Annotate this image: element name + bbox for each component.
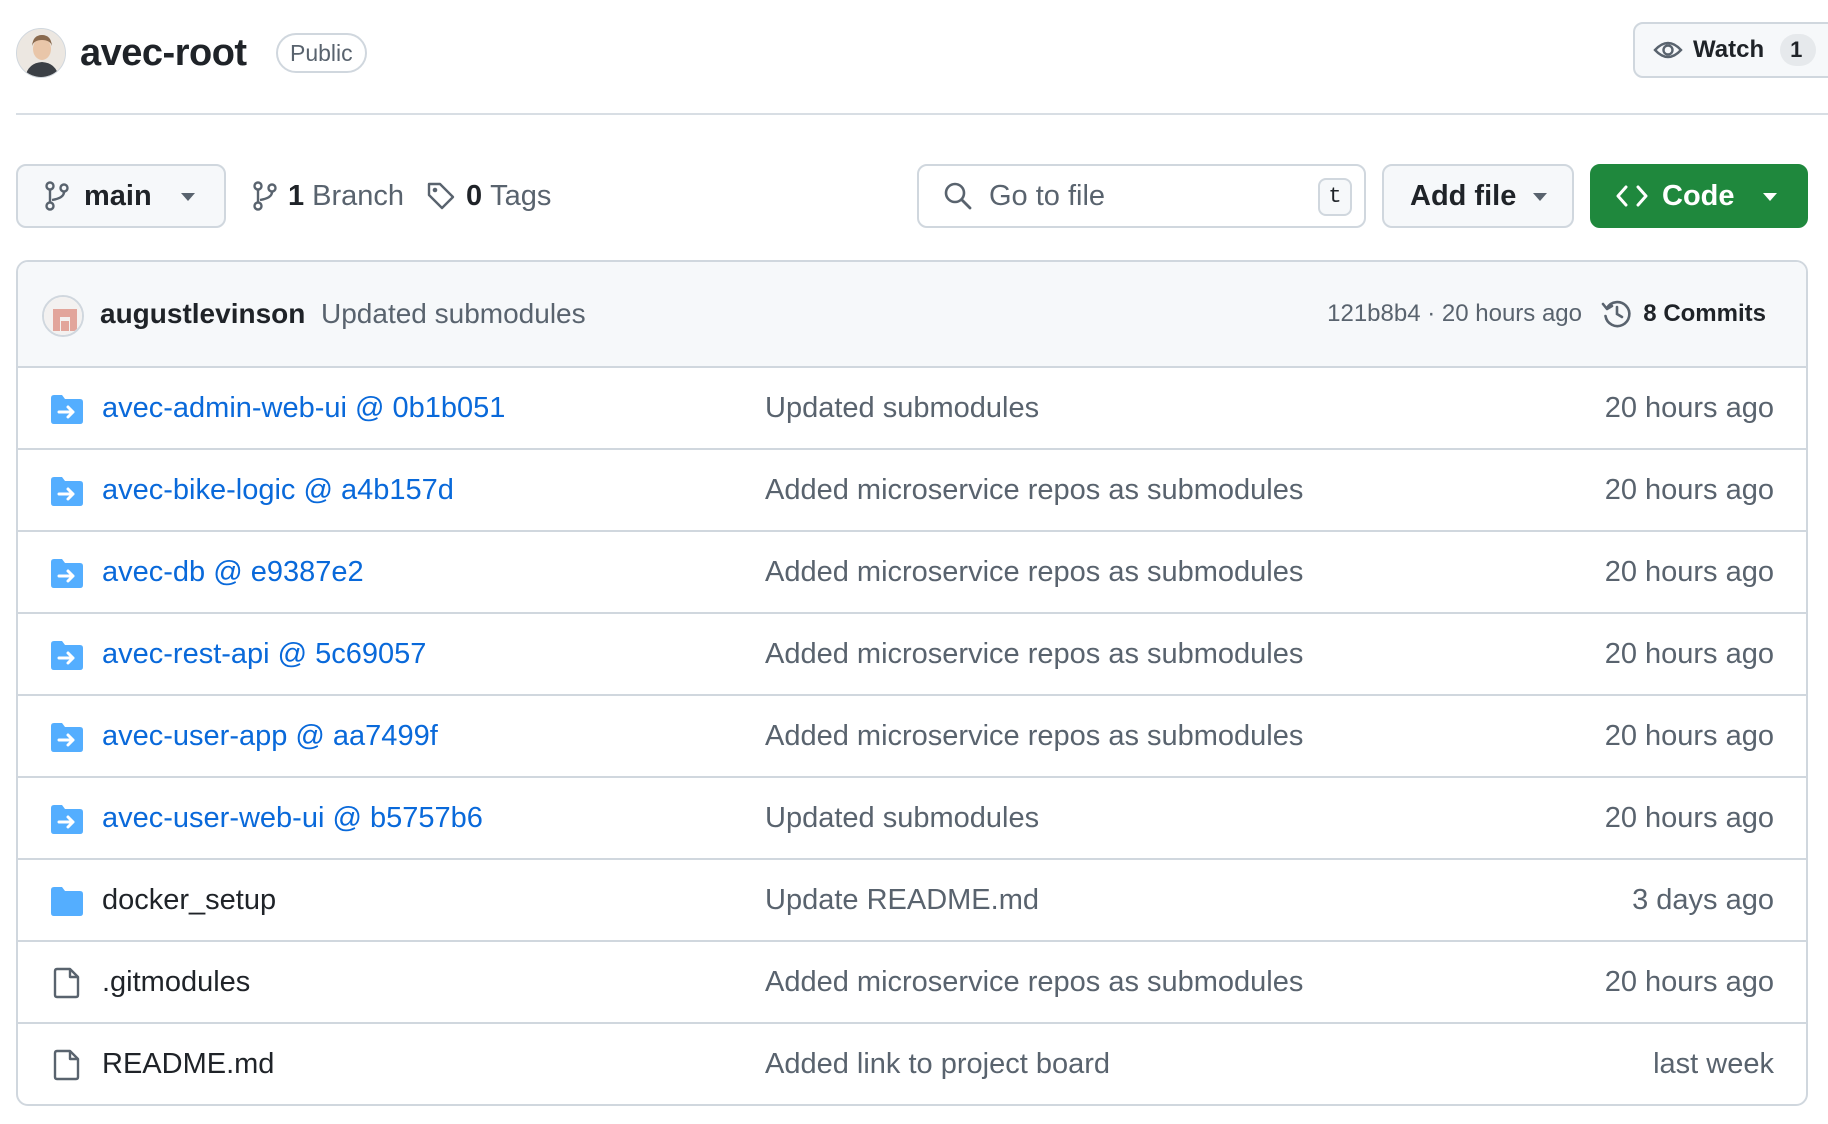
file-list: augustlevinson Updated submodules 121b8b… (16, 260, 1808, 1106)
file-type-icon (50, 393, 84, 425)
file-commit-message[interactable]: Updated submodules (765, 392, 1039, 425)
branch-label: Branch (312, 179, 405, 212)
folder-icon (51, 887, 83, 916)
visibility-badge: Public (276, 33, 367, 73)
branch-count: 1 (288, 179, 305, 212)
caret-down-icon (1763, 193, 1777, 201)
commit-author-avatar[interactable] (42, 295, 84, 337)
branch-selector-button[interactable]: main (16, 164, 226, 228)
file-commit-time: 20 hours ago (1604, 392, 1774, 424)
file-row[interactable]: avec-db @ e9387e2 Added microservice repo… (18, 532, 1806, 614)
watch-button[interactable]: Watch 1 (1633, 22, 1828, 78)
repo-header: avec-root Public Watch 1 (16, 0, 1828, 115)
tag-count: 0 (466, 179, 483, 212)
file-row[interactable]: README.md Added link to project board last… (18, 1024, 1806, 1104)
file-rows: avec-admin-web-ui @ 0b1b051 Updated submo… (18, 368, 1806, 1104)
file-name-link[interactable]: avec-rest-api @ 5c69057 (102, 638, 426, 671)
file-name-link[interactable]: avec-user-app @ aa7499f (102, 720, 438, 753)
file-type-icon (50, 1049, 84, 1081)
git-branch-icon (45, 181, 69, 211)
search-icon (944, 182, 972, 210)
file-commit-message[interactable]: Added microservice repos as submodules (765, 720, 1303, 753)
eye-icon (1653, 41, 1683, 59)
submodule-folder-icon (51, 641, 83, 670)
history-icon (1601, 300, 1631, 328)
commits-count-label: 8 Commits (1643, 300, 1766, 327)
file-name-link[interactable]: docker_setup (102, 884, 276, 917)
identicon-image (44, 297, 82, 335)
branch-name: main (84, 179, 152, 212)
watch-label: Watch (1693, 36, 1765, 63)
file-commit-time: 20 hours ago (1604, 556, 1774, 588)
file-row[interactable]: avec-rest-api @ 5c69057 Added microservic… (18, 614, 1806, 696)
submodule-folder-icon (51, 805, 83, 834)
file-name-link[interactable]: .gitmodules (102, 966, 250, 999)
watch-count: 1 (1780, 34, 1817, 66)
commit-hash-time[interactable]: 121b8b4 · 20 hours ago (1327, 300, 1582, 328)
code-button[interactable]: Code (1590, 164, 1808, 228)
commits-history-link[interactable]: 8 Commits (1601, 294, 1766, 334)
file-icon (53, 967, 80, 999)
add-file-label: Add file (1410, 179, 1517, 212)
file-type-icon (50, 721, 84, 753)
commit-author[interactable]: augustlevinson (100, 298, 305, 330)
file-row[interactable]: avec-bike-logic @ a4b157d Added microserv… (18, 450, 1806, 532)
file-commit-message[interactable]: Added microservice repos as submodules (765, 966, 1303, 999)
submodule-folder-icon (51, 559, 83, 588)
submodule-folder-icon (51, 477, 83, 506)
file-name-link[interactable]: README.md (102, 1048, 274, 1081)
tags-link[interactable]: 0 Tags (426, 164, 551, 228)
file-name-link[interactable]: avec-admin-web-ui @ 0b1b051 (102, 392, 505, 425)
add-file-button[interactable]: Add file (1382, 164, 1574, 228)
file-commit-time: last week (1653, 1048, 1774, 1080)
file-commit-time: 20 hours ago (1604, 638, 1774, 670)
file-commit-message[interactable]: Update README.md (765, 884, 1039, 917)
file-commit-time: 20 hours ago (1604, 720, 1774, 752)
git-branch-icon (253, 181, 277, 211)
file-type-icon (50, 557, 84, 589)
tag-icon (427, 182, 455, 210)
file-type-icon (50, 967, 84, 999)
file-commit-message[interactable]: Updated submodules (765, 802, 1039, 835)
commit-message[interactable]: Updated submodules (321, 298, 586, 330)
file-row[interactable]: avec-user-web-ui @ b5757b6 Updated submod… (18, 778, 1806, 860)
file-name-link[interactable]: avec-db @ e9387e2 (102, 556, 364, 589)
owner-avatar[interactable] (16, 28, 66, 78)
file-commit-message[interactable]: Added microservice repos as submodules (765, 474, 1303, 507)
file-name-link[interactable]: avec-user-web-ui @ b5757b6 (102, 802, 483, 835)
submodule-folder-icon (51, 723, 83, 752)
branches-link[interactable]: 1 Branch (252, 164, 404, 228)
tag-label: Tags (490, 179, 552, 212)
caret-down-icon (1533, 193, 1547, 201)
file-row[interactable]: avec-admin-web-ui @ 0b1b051 Updated submo… (18, 368, 1806, 450)
file-commit-message[interactable]: Added link to project board (765, 1048, 1110, 1081)
file-type-icon (50, 885, 84, 917)
file-type-icon (50, 639, 84, 671)
file-commit-message[interactable]: Added microservice repos as submodules (765, 638, 1303, 671)
file-row[interactable]: avec-user-app @ aa7499f Added microservic… (18, 696, 1806, 778)
file-commit-time: 3 days ago (1632, 884, 1774, 916)
owner-avatar-image (17, 29, 65, 77)
repo-name[interactable]: avec-root (80, 28, 247, 78)
file-row[interactable]: docker_setup Update README.md 3 days ago (18, 860, 1806, 942)
file-type-icon (50, 475, 84, 507)
submodule-folder-icon (51, 395, 83, 424)
code-label: Code (1662, 179, 1735, 212)
keyboard-shortcut-hint: t (1318, 178, 1352, 216)
file-commit-time: 20 hours ago (1604, 802, 1774, 834)
file-commit-message[interactable]: Added microservice repos as submodules (765, 556, 1303, 589)
search-placeholder: Go to file (989, 179, 1106, 212)
code-icon (1616, 185, 1648, 207)
file-icon (53, 1049, 80, 1081)
caret-down-icon (181, 193, 195, 201)
latest-commit-bar: augustlevinson Updated submodules 121b8b… (18, 262, 1806, 368)
repo-toolbar: main 1 Branch 0 Tags Go to file t Add fi… (16, 164, 1808, 228)
file-commit-time: 20 hours ago (1604, 474, 1774, 506)
file-commit-time: 20 hours ago (1604, 966, 1774, 998)
go-to-file-input[interactable]: Go to file t (917, 164, 1366, 228)
file-name-link[interactable]: avec-bike-logic @ a4b157d (102, 474, 454, 507)
file-row[interactable]: .gitmodules Added microservice repos as s… (18, 942, 1806, 1024)
file-type-icon (50, 803, 84, 835)
